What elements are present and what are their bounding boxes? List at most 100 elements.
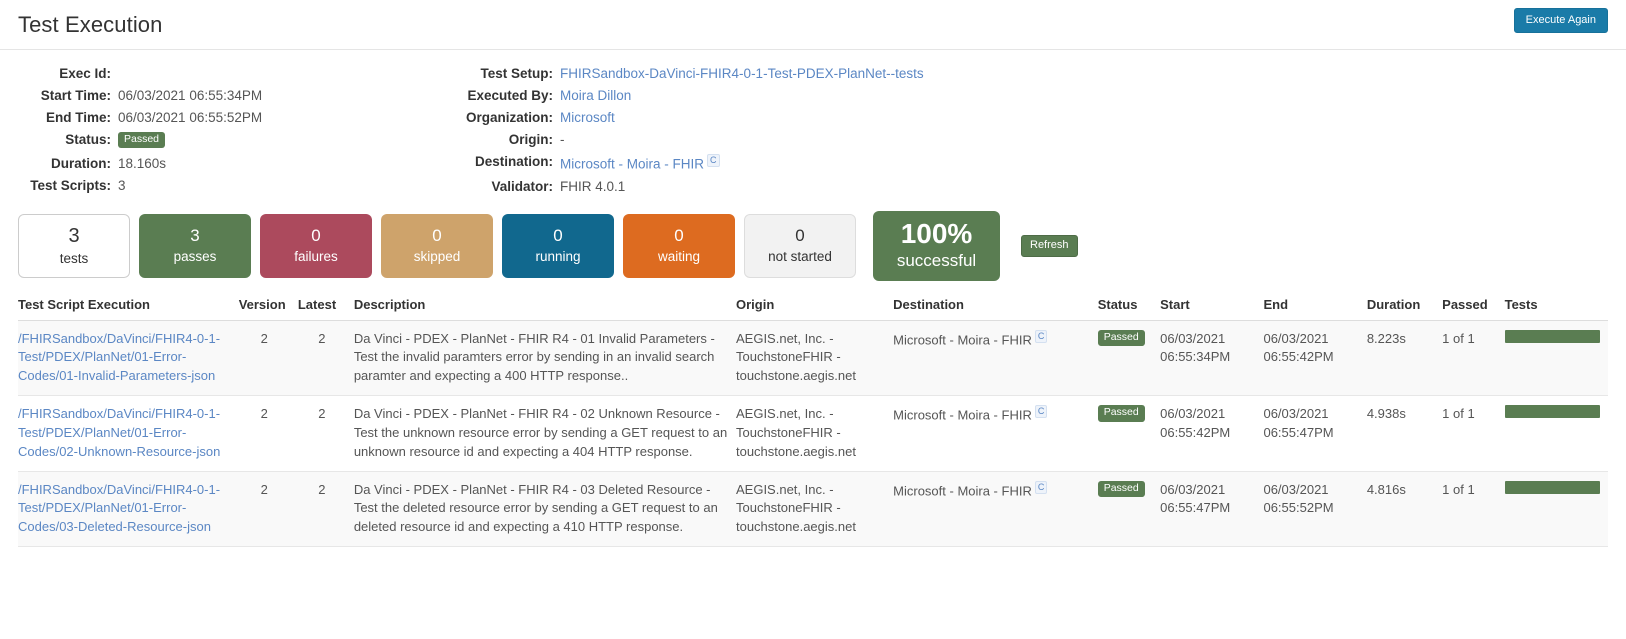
- origin-cell[interactable]: AEGIS.net, Inc. - TouchstoneFHIR - touch…: [736, 471, 893, 547]
- stat-box-percent-successful: 100%successful: [873, 211, 1000, 281]
- summary-value[interactable]: Microsoft - Moira - FHIRC: [560, 152, 1320, 177]
- stat-box-failures[interactable]: 0failures: [260, 214, 372, 278]
- table-row[interactable]: /FHIRSandbox/DaVinci/FHIR4-0-1-Test/PDEX…: [18, 471, 1608, 547]
- summary-row: Start Time:06/03/2021 06:55:34PM: [0, 86, 420, 108]
- column-header-test-script-execution[interactable]: Test Script Execution: [18, 297, 239, 321]
- destination-cell[interactable]: Microsoft - Moira - FHIRC: [893, 471, 1098, 547]
- summary-value: 18.160s: [118, 154, 420, 176]
- stat-box-notstarted[interactable]: 0not started: [744, 214, 856, 278]
- start-date: 06/03/2021: [1160, 482, 1225, 497]
- summary-value-text: Moira Dillon: [560, 88, 631, 103]
- destination-cell[interactable]: Microsoft - Moira - FHIRC: [893, 396, 1098, 472]
- stat-box-waiting[interactable]: 0waiting: [623, 214, 735, 278]
- end-time: 06:55:47PM: [1263, 425, 1333, 440]
- summary-value-text: 06/03/2021 06:55:52PM: [118, 110, 262, 125]
- conformance-superscript-icon[interactable]: C: [1035, 330, 1048, 343]
- origin-cell[interactable]: AEGIS.net, Inc. - TouchstoneFHIR - touch…: [736, 396, 893, 472]
- execute-again-button[interactable]: Execute Again: [1514, 8, 1608, 33]
- origin-cell[interactable]: AEGIS.net, Inc. - TouchstoneFHIR - touch…: [736, 320, 893, 396]
- stat-box-total[interactable]: 3tests: [18, 214, 130, 278]
- version-cell: 2: [239, 471, 298, 547]
- summary-row: Test Setup:FHIRSandbox-DaVinci-FHIR4-0-1…: [420, 64, 1320, 86]
- stat-count: 0: [553, 225, 562, 248]
- start-time: 06:55:34PM: [1160, 349, 1230, 364]
- stat-count: 3: [68, 223, 79, 250]
- stat-count: 3: [190, 225, 199, 248]
- end-cell: 06/03/2021 06:55:47PM: [1263, 396, 1366, 472]
- summary-value[interactable]: FHIRSandbox-DaVinci-FHIR4-0-1-Test-PDEX-…: [560, 64, 1320, 86]
- passed-cell: 1 of 1: [1442, 396, 1504, 472]
- stat-label: failures: [294, 248, 338, 266]
- column-header-latest[interactable]: Latest: [298, 297, 354, 321]
- column-header-end[interactable]: End: [1263, 297, 1366, 321]
- stat-boxes: 3tests3passes0failures0skipped0running0w…: [0, 199, 1626, 281]
- summary-value-text: FHIRSandbox-DaVinci-FHIR4-0-1-Test-PDEX-…: [560, 66, 924, 81]
- summary-value: -: [560, 130, 1320, 152]
- duration-cell: 4.938s: [1367, 396, 1442, 472]
- test-script-path-link[interactable]: /FHIRSandbox/DaVinci/FHIR4-0-1-Test/PDEX…: [18, 331, 220, 384]
- destination-text: Microsoft - Moira - FHIR: [893, 407, 1032, 422]
- summary-label: Executed By:: [420, 86, 560, 108]
- conformance-superscript-icon[interactable]: C: [1035, 481, 1048, 494]
- stat-box-skipped[interactable]: 0skipped: [381, 214, 493, 278]
- summary-label: Organization:: [420, 108, 560, 130]
- conformance-superscript-icon[interactable]: C: [1035, 405, 1048, 418]
- column-header-destination[interactable]: Destination: [893, 297, 1098, 321]
- end-time: 06:55:52PM: [1263, 500, 1333, 515]
- column-header-origin[interactable]: Origin: [736, 297, 893, 321]
- column-header-version[interactable]: Version: [239, 297, 298, 321]
- test-script-path-link[interactable]: /FHIRSandbox/DaVinci/FHIR4-0-1-Test/PDEX…: [18, 406, 220, 459]
- percent-label: successful: [897, 250, 976, 272]
- stat-label: not started: [768, 248, 832, 266]
- summary-value: 3: [118, 176, 420, 198]
- summary-row: Destination:Microsoft - Moira - FHIRC: [420, 152, 1320, 177]
- status-cell: Passed: [1098, 320, 1160, 396]
- tests-cell: [1505, 320, 1608, 396]
- summary-row: Executed By:Moira Dillon: [420, 86, 1320, 108]
- test-script-path-cell: /FHIRSandbox/DaVinci/FHIR4-0-1-Test/PDEX…: [18, 320, 239, 396]
- summary-value: Passed: [118, 130, 420, 154]
- column-header-duration[interactable]: Duration: [1367, 297, 1442, 321]
- destination-cell[interactable]: Microsoft - Moira - FHIRC: [893, 320, 1098, 396]
- summary-row: Origin:-: [420, 130, 1320, 152]
- end-date: 06/03/2021: [1263, 406, 1328, 421]
- summary-value-text: -: [560, 132, 565, 147]
- stat-box-passes[interactable]: 3passes: [139, 214, 251, 278]
- status-badge: Passed: [118, 132, 165, 149]
- stat-box-running[interactable]: 0running: [502, 214, 614, 278]
- description-cell: Da Vinci - PDEX - PlanNet - FHIR R4 - 03…: [354, 471, 736, 547]
- table-body: /FHIRSandbox/DaVinci/FHIR4-0-1-Test/PDEX…: [18, 320, 1608, 547]
- passed-cell: 1 of 1: [1442, 471, 1504, 547]
- page-header: Test Execution Execute Again: [0, 0, 1626, 50]
- column-header-tests[interactable]: Tests: [1505, 297, 1608, 321]
- status-badge: Passed: [1098, 330, 1145, 347]
- test-script-execution-table-wrap: Test Script ExecutionVersionLatestDescri…: [0, 281, 1626, 548]
- summary-value[interactable]: Microsoft: [560, 108, 1320, 130]
- tests-cell: [1505, 396, 1608, 472]
- page-title: Test Execution: [18, 12, 162, 38]
- start-date: 06/03/2021: [1160, 331, 1225, 346]
- test-script-path-link[interactable]: /FHIRSandbox/DaVinci/FHIR4-0-1-Test/PDEX…: [18, 482, 220, 535]
- end-cell: 06/03/202106:55:42PM: [1263, 320, 1366, 396]
- table-header-row: Test Script ExecutionVersionLatestDescri…: [18, 297, 1608, 321]
- table-row[interactable]: /FHIRSandbox/DaVinci/FHIR4-0-1-Test/PDEX…: [18, 396, 1608, 472]
- summary-label: Status:: [0, 130, 118, 154]
- column-header-status[interactable]: Status: [1098, 297, 1160, 321]
- column-header-start[interactable]: Start: [1160, 297, 1263, 321]
- start-time: 06:55:47PM: [1160, 500, 1230, 515]
- tests-cell: [1505, 471, 1608, 547]
- end-date: 06/03/2021: [1263, 482, 1328, 497]
- summary-value[interactable]: Moira Dillon: [560, 86, 1320, 108]
- table-row[interactable]: /FHIRSandbox/DaVinci/FHIR4-0-1-Test/PDEX…: [18, 320, 1608, 396]
- stat-count: 0: [674, 225, 683, 248]
- summary-label: Duration:: [0, 154, 118, 176]
- conformance-superscript-icon[interactable]: C: [707, 154, 720, 167]
- summary-value-text: Microsoft - Moira - FHIR: [560, 157, 704, 172]
- column-header-description[interactable]: Description: [354, 297, 736, 321]
- version-cell: 2: [239, 396, 298, 472]
- stat-label: running: [535, 248, 580, 266]
- column-header-passed[interactable]: Passed: [1442, 297, 1504, 321]
- stat-label: waiting: [658, 248, 700, 266]
- refresh-button[interactable]: Refresh: [1021, 235, 1078, 257]
- end-time: 06:55:42PM: [1263, 349, 1333, 364]
